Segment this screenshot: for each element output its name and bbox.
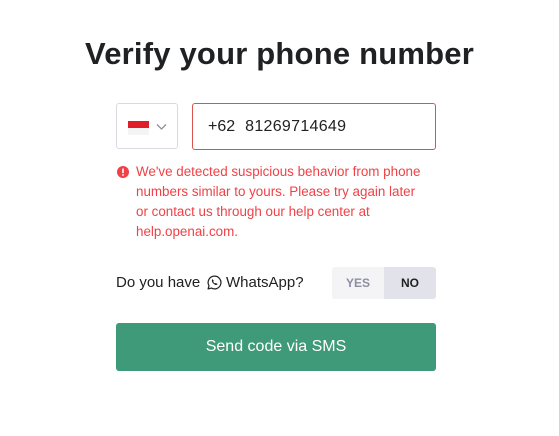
dial-code: +62: [208, 117, 236, 135]
page-title: Verify your phone number: [85, 36, 474, 71]
indonesia-flag-icon: [128, 121, 149, 135]
phone-number-input[interactable]: +62 81269714649: [192, 103, 436, 150]
whatsapp-yes-option[interactable]: YES: [332, 267, 384, 299]
error-icon: [117, 166, 129, 178]
verify-phone-page: Verify your phone number +62 81269714649…: [0, 0, 559, 436]
whatsapp-row: Do you have WhatsApp? YES NO: [116, 267, 436, 299]
chevron-down-icon: [156, 124, 167, 130]
phone-number-value: 81269714649: [245, 117, 347, 135]
country-code-select[interactable]: [116, 103, 178, 149]
error-message: We've detected suspicious behavior from …: [136, 164, 421, 239]
whatsapp-no-option[interactable]: NO: [384, 267, 436, 299]
whatsapp-question-app: WhatsApp?: [226, 274, 304, 291]
whatsapp-toggle[interactable]: YES NO: [332, 267, 436, 299]
whatsapp-question-prefix: Do you have: [116, 274, 201, 291]
send-code-button[interactable]: Send code via SMS: [116, 323, 436, 371]
whatsapp-icon: [207, 275, 222, 290]
